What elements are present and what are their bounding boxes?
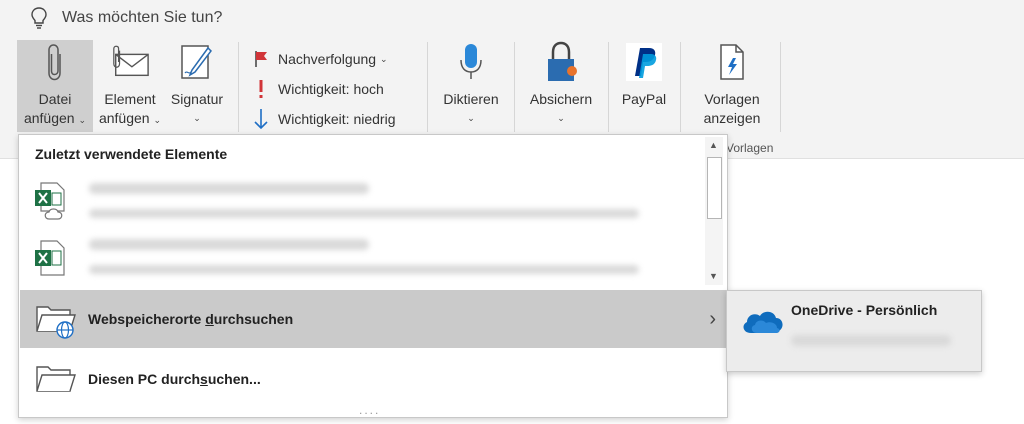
onedrive-personal-item[interactable]: OneDrive - Persönlich bbox=[727, 291, 981, 371]
envelope-paperclip-icon bbox=[110, 40, 150, 84]
scroll-down-icon[interactable]: ▼ bbox=[709, 271, 718, 281]
paypal-logo-icon bbox=[624, 40, 664, 84]
chevron-down-icon: ⌄ bbox=[78, 115, 87, 125]
signature-label: Signatur bbox=[170, 91, 224, 107]
browse-web-accel: d bbox=[205, 311, 214, 327]
padlock-icon bbox=[541, 40, 581, 84]
view-templates-button[interactable]: Vorlagen anzeigen bbox=[694, 40, 770, 128]
attach-file-label-2-wrap: anfügen ⌄ bbox=[24, 109, 86, 130]
tags-group: Nachverfolgung ⌄ Wichtigkeit: hoch Wicht… bbox=[250, 44, 396, 134]
browse-pc-accel: s bbox=[200, 371, 208, 387]
tell-me-search[interactable]: Was möchten Sie tun? bbox=[30, 6, 222, 30]
protect-label: Absichern bbox=[529, 91, 593, 107]
dictate-label: Diktieren bbox=[443, 91, 499, 107]
chevron-right-icon: › bbox=[709, 307, 716, 330]
followup-button[interactable]: Nachverfolgung ⌄ bbox=[250, 44, 396, 74]
dictate-button[interactable]: Diktieren ⌄ bbox=[438, 40, 504, 128]
blue-down-arrow-icon bbox=[250, 108, 272, 130]
chevron-down-icon: ⌄ bbox=[193, 113, 201, 123]
browse-pc-label-b: uchen... bbox=[207, 371, 261, 387]
browse-web-label: Webspeicherorte durchsuchen bbox=[88, 311, 293, 327]
importance-high-button[interactable]: Wichtigkeit: hoch bbox=[250, 74, 396, 104]
browse-pc-label-a: Diesen PC durch bbox=[88, 371, 201, 387]
ribbon-separator bbox=[238, 42, 239, 132]
chevron-down-icon: ⌄ bbox=[153, 115, 162, 125]
attach-item-label-2-wrap: anfügen ⌄ bbox=[99, 109, 161, 130]
browse-pc-label: Diesen PC durchsuchen... bbox=[88, 371, 261, 387]
chevron-down-icon: ⌄ bbox=[557, 113, 565, 123]
attach-item-label-1: Element bbox=[104, 91, 156, 107]
browse-this-pc-item[interactable]: Diesen PC durchsuchen... bbox=[20, 350, 726, 408]
paypal-label: PayPal bbox=[621, 91, 667, 107]
templates-label-2: anzeigen bbox=[703, 110, 761, 126]
ribbon-separator bbox=[427, 42, 428, 132]
followup-label: Nachverfolgung bbox=[278, 51, 377, 67]
lightbulb-icon bbox=[31, 7, 47, 29]
red-exclamation-icon bbox=[250, 79, 272, 99]
signature-pen-icon bbox=[177, 40, 217, 84]
signature-button[interactable]: Signatur ⌄ bbox=[166, 40, 228, 128]
ribbon-separator bbox=[780, 42, 781, 132]
recent-item-path-redacted bbox=[89, 209, 639, 218]
folder-globe-icon bbox=[36, 306, 76, 339]
attach-file-label-2: anfügen bbox=[23, 110, 75, 126]
template-icon bbox=[712, 40, 752, 84]
onedrive-label: OneDrive - Persönlich bbox=[791, 302, 938, 318]
chevron-down-icon: ⌄ bbox=[467, 113, 475, 123]
excel-file-icon bbox=[35, 182, 65, 220]
recent-item[interactable] bbox=[33, 175, 67, 227]
chevron-down-icon: ⌄ bbox=[379, 53, 388, 64]
onedrive-cloud-icon bbox=[743, 311, 783, 333]
ribbon-separator bbox=[608, 42, 609, 132]
recent-item-name-redacted bbox=[89, 239, 369, 250]
recent-items-heading: Zuletzt verwendete Elemente bbox=[35, 146, 228, 162]
recent-item-path-redacted bbox=[89, 265, 639, 274]
attach-file-dropdown: Zuletzt verwendete Elemente ▲ ▼ Webspeic… bbox=[18, 134, 728, 418]
ribbon-separator bbox=[680, 42, 681, 132]
web-locations-submenu: OneDrive - Persönlich bbox=[726, 290, 982, 372]
microphone-icon bbox=[451, 40, 491, 84]
importance-low-label: Wichtigkeit: niedrig bbox=[278, 111, 396, 127]
onedrive-account-redacted bbox=[791, 335, 951, 346]
recent-item-name-redacted bbox=[89, 183, 369, 194]
browse-web-label-a: Webspeicherorte bbox=[88, 311, 206, 327]
browse-web-label-b: urchsuchen bbox=[213, 311, 294, 327]
attach-file-label-1: Datei bbox=[38, 91, 72, 107]
red-flag-icon bbox=[250, 50, 272, 68]
paypal-button[interactable]: PayPal bbox=[618, 40, 670, 109]
tell-me-placeholder: Was möchten Sie tun? bbox=[62, 9, 223, 26]
folder-icon bbox=[36, 366, 76, 392]
scroll-up-icon[interactable]: ▲ bbox=[709, 140, 718, 150]
protect-button[interactable]: Absichern ⌄ bbox=[524, 40, 598, 128]
templates-label-1: Vorlagen bbox=[704, 91, 760, 107]
attach-file-button[interactable]: Datei anfügen ⌄ bbox=[17, 40, 93, 132]
excel-file-icon bbox=[35, 240, 65, 276]
recent-item[interactable] bbox=[33, 231, 67, 283]
attach-item-button[interactable]: Element anfügen ⌄ bbox=[98, 40, 162, 130]
paperclip-icon bbox=[35, 40, 75, 84]
templates-group-label: Vorlagen bbox=[726, 141, 774, 155]
resize-grip[interactable]: .... bbox=[359, 403, 380, 417]
importance-low-button[interactable]: Wichtigkeit: niedrig bbox=[250, 104, 396, 134]
attach-item-label-2: anfügen bbox=[98, 110, 150, 126]
browse-web-locations-item[interactable]: Webspeicherorte durchsuchen › bbox=[20, 290, 726, 348]
importance-high-label: Wichtigkeit: hoch bbox=[278, 81, 384, 97]
recent-items-scrollbar[interactable]: ▲ ▼ bbox=[705, 137, 723, 285]
scrollbar-thumb[interactable] bbox=[707, 157, 722, 219]
ribbon-separator bbox=[514, 42, 515, 132]
